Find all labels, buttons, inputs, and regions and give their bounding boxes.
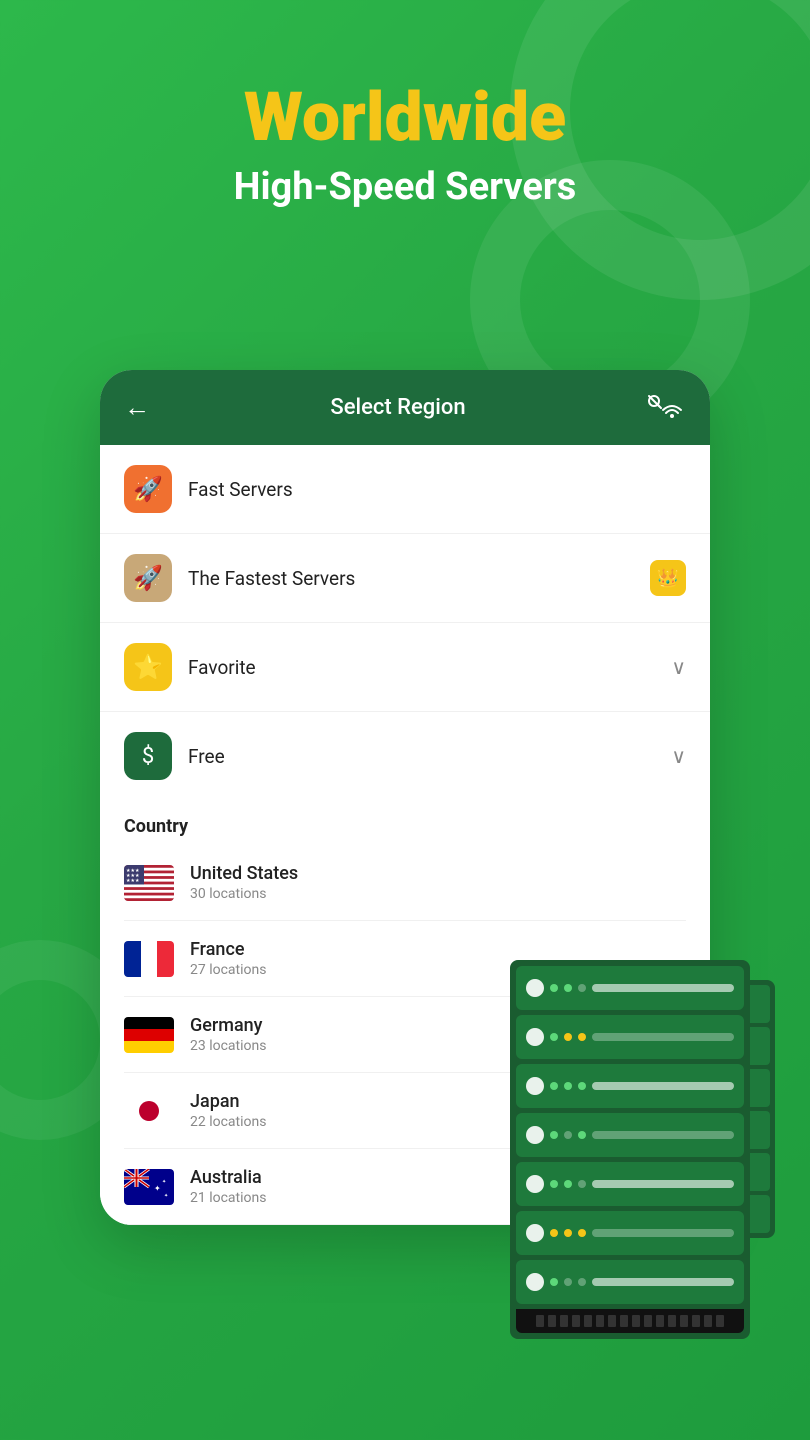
svg-text:✦: ✦ — [162, 1179, 166, 1185]
card-header: ← Select Region — [100, 370, 710, 445]
server-rack-illustration — [510, 960, 790, 1440]
fastest-servers-label: The Fastest Servers — [188, 567, 650, 590]
menu-item-favorite[interactable]: ⭐ Favorite ∨ — [100, 623, 710, 712]
flag-australia: ✦ ✦ ✦ — [124, 1169, 174, 1205]
crown-badge: 👑 — [650, 560, 686, 596]
svg-text:✦: ✦ — [154, 1184, 161, 1193]
favorite-chevron-icon: ∨ — [671, 655, 686, 679]
rack-row-1 — [516, 966, 744, 1010]
card-title: Select Region — [330, 395, 465, 420]
rack-row-3 — [516, 1064, 744, 1108]
free-icon-box: $ — [124, 732, 172, 780]
country-locations-us: 30 locations — [190, 886, 686, 902]
main-title: Worldwide — [40, 80, 770, 155]
country-name-france: France — [190, 939, 686, 960]
svg-text:✦: ✦ — [164, 1193, 168, 1199]
flag-france — [124, 941, 174, 977]
menu-list: 🚀 Fast Servers 🚀 The Fastest Servers 👑 ⭐… — [100, 445, 710, 800]
favorite-icon-box: ⭐ — [124, 643, 172, 691]
rocket-icon: 🚀 — [133, 475, 163, 503]
flag-germany — [124, 1017, 174, 1053]
rack-row-6 — [516, 1211, 744, 1255]
flag-japan — [124, 1093, 174, 1129]
fastest-servers-icon-box: 🚀 — [124, 554, 172, 602]
rack-row-4 — [516, 1113, 744, 1157]
rack-front — [510, 960, 750, 1339]
rack-row-7 — [516, 1260, 744, 1304]
country-item-us[interactable]: ★★★ ★★★ ★★★ United States 30 locations — [124, 845, 686, 921]
free-label: Free — [188, 745, 671, 768]
star-icon: ⭐ — [133, 653, 163, 681]
fast-servers-icon-box: 🚀 — [124, 465, 172, 513]
menu-item-fastest-servers[interactable]: 🚀 The Fastest Servers 👑 — [100, 534, 710, 623]
wifi-search-icon[interactable] — [646, 393, 686, 423]
free-chevron-icon: ∨ — [671, 744, 686, 768]
sub-title: High-Speed Servers — [40, 165, 770, 211]
crown-icon: 👑 — [657, 568, 679, 589]
dollar-icon: $ — [142, 744, 154, 769]
country-section-label: Country — [124, 816, 686, 837]
svg-text:★★★: ★★★ — [126, 878, 140, 884]
flag-us: ★★★ ★★★ ★★★ — [124, 865, 174, 901]
menu-item-free[interactable]: $ Free ∨ — [100, 712, 710, 800]
fast-servers-label: Fast Servers — [188, 478, 686, 501]
header-section: Worldwide High-Speed Servers — [0, 0, 810, 250]
rocket-tan-icon: 🚀 — [133, 564, 163, 592]
rack-bottom-stripe — [516, 1309, 744, 1333]
header-icons — [646, 393, 686, 423]
favorite-label: Favorite — [188, 656, 671, 679]
menu-item-fast-servers[interactable]: 🚀 Fast Servers — [100, 445, 710, 534]
back-button[interactable]: ← — [124, 392, 150, 423]
country-name-us: United States — [190, 863, 686, 884]
country-info-us: United States 30 locations — [190, 863, 686, 902]
rack-row-5 — [516, 1162, 744, 1206]
rack-row-2 — [516, 1015, 744, 1059]
